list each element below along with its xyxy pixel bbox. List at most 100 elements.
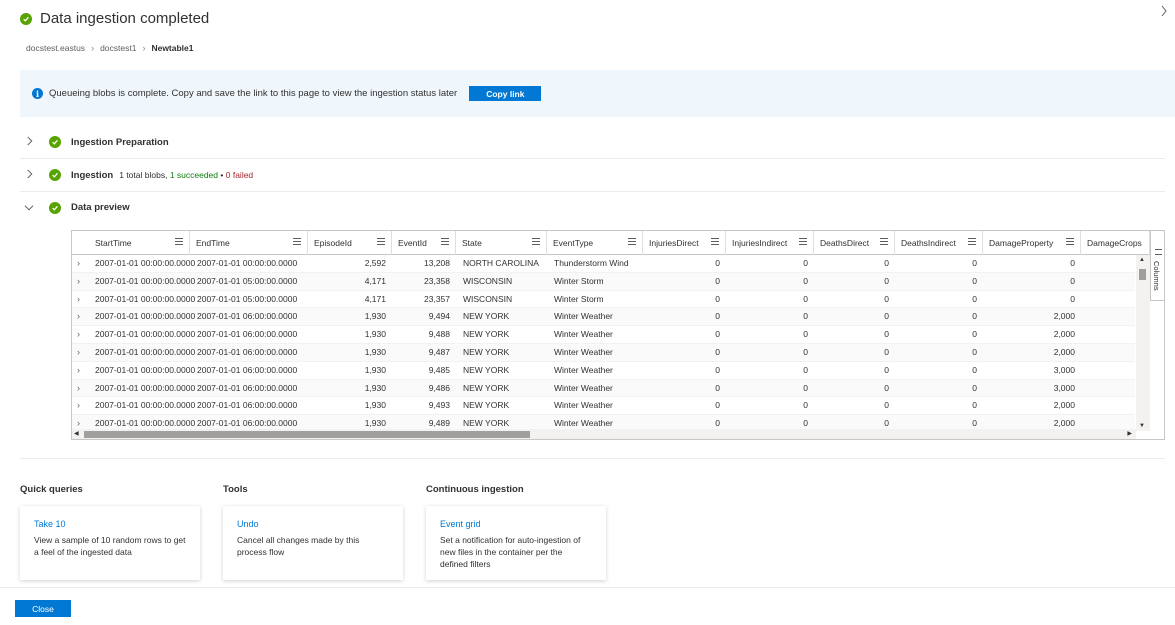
event-grid-card[interactable]: Event grid Set a notification for auto-i… bbox=[426, 506, 606, 580]
column-menu-icon[interactable] bbox=[377, 238, 385, 245]
breadcrumb-database[interactable]: docstest1 bbox=[100, 43, 136, 53]
column-menu-icon[interactable] bbox=[880, 238, 888, 245]
table-row[interactable]: › 2007-01-01 00:00:00.0000 2007-01-01 06:0… bbox=[72, 397, 1135, 416]
expand-row-icon[interactable]: › bbox=[77, 308, 80, 324]
column-menu-icon[interactable] bbox=[441, 238, 449, 245]
expand-row-icon[interactable]: › bbox=[77, 344, 80, 360]
column-menu-icon[interactable] bbox=[968, 238, 976, 245]
horizontal-scrollbar[interactable]: ◀ ▶ bbox=[72, 429, 1136, 439]
column-header[interactable]: InjuriesDirect bbox=[643, 231, 726, 255]
table-row[interactable]: › 2007-01-01 00:00:00.0000 2007-01-01 00:0… bbox=[72, 255, 1135, 273]
column-menu-icon[interactable] bbox=[532, 238, 540, 245]
table-cell: 2007-01-01 05:00:00.0000 bbox=[197, 275, 298, 286]
undo-link[interactable]: Undo bbox=[237, 519, 389, 529]
expand-row-icon[interactable]: › bbox=[77, 397, 80, 413]
expand-row-icon[interactable]: › bbox=[77, 362, 80, 378]
column-header[interactable]: DeathsDirect bbox=[814, 231, 895, 255]
column-header-label: EventId bbox=[398, 238, 427, 248]
table-cell: NEW YORK bbox=[463, 364, 510, 375]
card-description: View a sample of 10 random rows to get a… bbox=[34, 535, 186, 557]
scroll-left-icon[interactable]: ◀ bbox=[74, 430, 79, 437]
table-row[interactable]: › 2007-01-01 00:00:00.0000 2007-01-01 06:0… bbox=[72, 308, 1135, 327]
section-data-preview[interactable]: Data preview bbox=[20, 191, 1165, 224]
column-menu-icon[interactable] bbox=[1066, 238, 1074, 245]
section-ingestion-preparation[interactable]: Ingestion Preparation bbox=[20, 126, 1165, 159]
expand-row-icon[interactable]: › bbox=[77, 380, 80, 396]
table-cell: 2007-01-01 00:00:00.0000 bbox=[95, 400, 196, 411]
page-header: Data ingestion completed bbox=[20, 10, 209, 27]
table-cell: 0 bbox=[803, 311, 808, 322]
table-cell: 0 bbox=[972, 311, 977, 322]
table-row[interactable]: › 2007-01-01 00:00:00.0000 2007-01-01 06:0… bbox=[72, 362, 1135, 380]
column-header[interactable]: DamageProperty bbox=[983, 231, 1081, 255]
event-grid-link[interactable]: Event grid bbox=[440, 519, 592, 529]
table-cell: 0 bbox=[884, 347, 889, 357]
copy-link-button[interactable]: Copy link bbox=[469, 86, 542, 101]
horizontal-scroll-thumb[interactable] bbox=[84, 431, 530, 438]
column-menu-icon[interactable] bbox=[175, 238, 183, 245]
close-button[interactable]: Close bbox=[15, 600, 71, 617]
table-row[interactable]: › 2007-01-01 00:00:00.0000 2007-01-01 06:0… bbox=[72, 379, 1135, 398]
section-ingestion[interactable]: Ingestion 1 total blobs, 1 succeeded • 0… bbox=[20, 159, 1165, 192]
table-row[interactable]: › 2007-01-01 00:00:00.0000 2007-01-01 06:0… bbox=[72, 326, 1135, 344]
undo-card[interactable]: Undo Cancel all changes made by this pro… bbox=[223, 506, 403, 580]
expand-row-icon[interactable]: › bbox=[77, 291, 80, 307]
column-header[interactable]: State bbox=[456, 231, 547, 255]
succeeded-count: 1 succeeded bbox=[169, 170, 219, 180]
column-menu-icon[interactable] bbox=[799, 238, 807, 245]
expand-row-icon[interactable]: › bbox=[77, 273, 80, 289]
chevron-right-icon[interactable] bbox=[20, 135, 38, 150]
column-menu-icon[interactable] bbox=[293, 238, 301, 245]
table-cell: 2,592 bbox=[364, 258, 386, 268]
expand-row-icon[interactable]: › bbox=[77, 255, 80, 271]
take-10-link[interactable]: Take 10 bbox=[34, 519, 186, 529]
column-header[interactable]: DeathsIndirect bbox=[895, 231, 983, 255]
column-menu-icon[interactable] bbox=[711, 238, 719, 245]
table-row[interactable]: › 2007-01-01 00:00:00.0000 2007-01-01 05:0… bbox=[72, 272, 1135, 291]
chevron-down-icon[interactable] bbox=[20, 201, 38, 215]
scroll-right-icon[interactable]: ▶ bbox=[1127, 430, 1132, 437]
table-cell: 2,000 bbox=[1053, 329, 1075, 340]
table-cell bbox=[1081, 273, 1135, 291]
close-panel-icon[interactable] bbox=[1159, 4, 1171, 18]
columns-panel-tab[interactable]: Columns bbox=[1150, 231, 1164, 301]
table-cell: 23,358 bbox=[424, 275, 450, 286]
table-cell: 0 bbox=[803, 364, 808, 375]
breadcrumb-cluster[interactable]: docstest.eastus bbox=[26, 43, 85, 53]
vertical-scroll-thumb[interactable] bbox=[1139, 269, 1146, 280]
column-header-label: DamageCrops bbox=[1087, 238, 1142, 248]
column-menu-icon[interactable] bbox=[628, 238, 636, 245]
column-header[interactable]: EndTime bbox=[190, 231, 308, 255]
column-header[interactable]: EpisodeId bbox=[308, 231, 392, 255]
table-cell: 0 bbox=[884, 329, 889, 340]
scroll-up-icon[interactable]: ▲ bbox=[1139, 257, 1145, 263]
column-header[interactable]: EventType bbox=[547, 231, 643, 255]
card-description: Cancel all changes made by this process … bbox=[237, 535, 360, 557]
column-header[interactable]: StartTime bbox=[72, 231, 190, 255]
expand-row-icon[interactable]: › bbox=[77, 326, 80, 342]
table-cell: 0 bbox=[803, 293, 808, 304]
vertical-scrollbar[interactable]: ▲ ▼ bbox=[1136, 255, 1150, 431]
total-blobs: 1 total blobs, bbox=[119, 170, 168, 180]
success-check-icon bbox=[49, 136, 61, 148]
take-10-card[interactable]: Take 10 View a sample of 10 random rows … bbox=[20, 506, 200, 580]
table-row[interactable]: › 2007-01-01 00:00:00.0000 2007-01-01 06:0… bbox=[72, 344, 1135, 362]
table-cell: 1,930 bbox=[364, 347, 386, 357]
breadcrumb-table: Newtable1 bbox=[151, 43, 194, 53]
column-header[interactable]: InjuriesIndirect bbox=[726, 231, 814, 255]
table-cell: 2007-01-01 00:00:00.0000 bbox=[197, 258, 298, 268]
columns-icon bbox=[1155, 249, 1162, 255]
table-cell: 2007-01-01 00:00:00.0000 bbox=[95, 347, 196, 357]
table-cell: 2,000 bbox=[1053, 311, 1075, 322]
table-cell: 0 bbox=[803, 382, 808, 393]
table-cell: 3,000 bbox=[1053, 364, 1075, 375]
table-cell: 0 bbox=[972, 347, 977, 357]
table-cell: 0 bbox=[1070, 293, 1075, 304]
column-header[interactable]: EventId bbox=[392, 231, 456, 255]
column-header[interactable]: DamageCrops bbox=[1081, 231, 1150, 255]
scroll-down-icon[interactable]: ▼ bbox=[1139, 423, 1145, 429]
table-row[interactable]: › 2007-01-01 00:00:00.0000 2007-01-01 05:0… bbox=[72, 291, 1135, 309]
table-cell: 0 bbox=[715, 311, 720, 322]
chevron-right-icon[interactable] bbox=[20, 168, 38, 183]
table-cell: 9,486 bbox=[428, 382, 450, 393]
